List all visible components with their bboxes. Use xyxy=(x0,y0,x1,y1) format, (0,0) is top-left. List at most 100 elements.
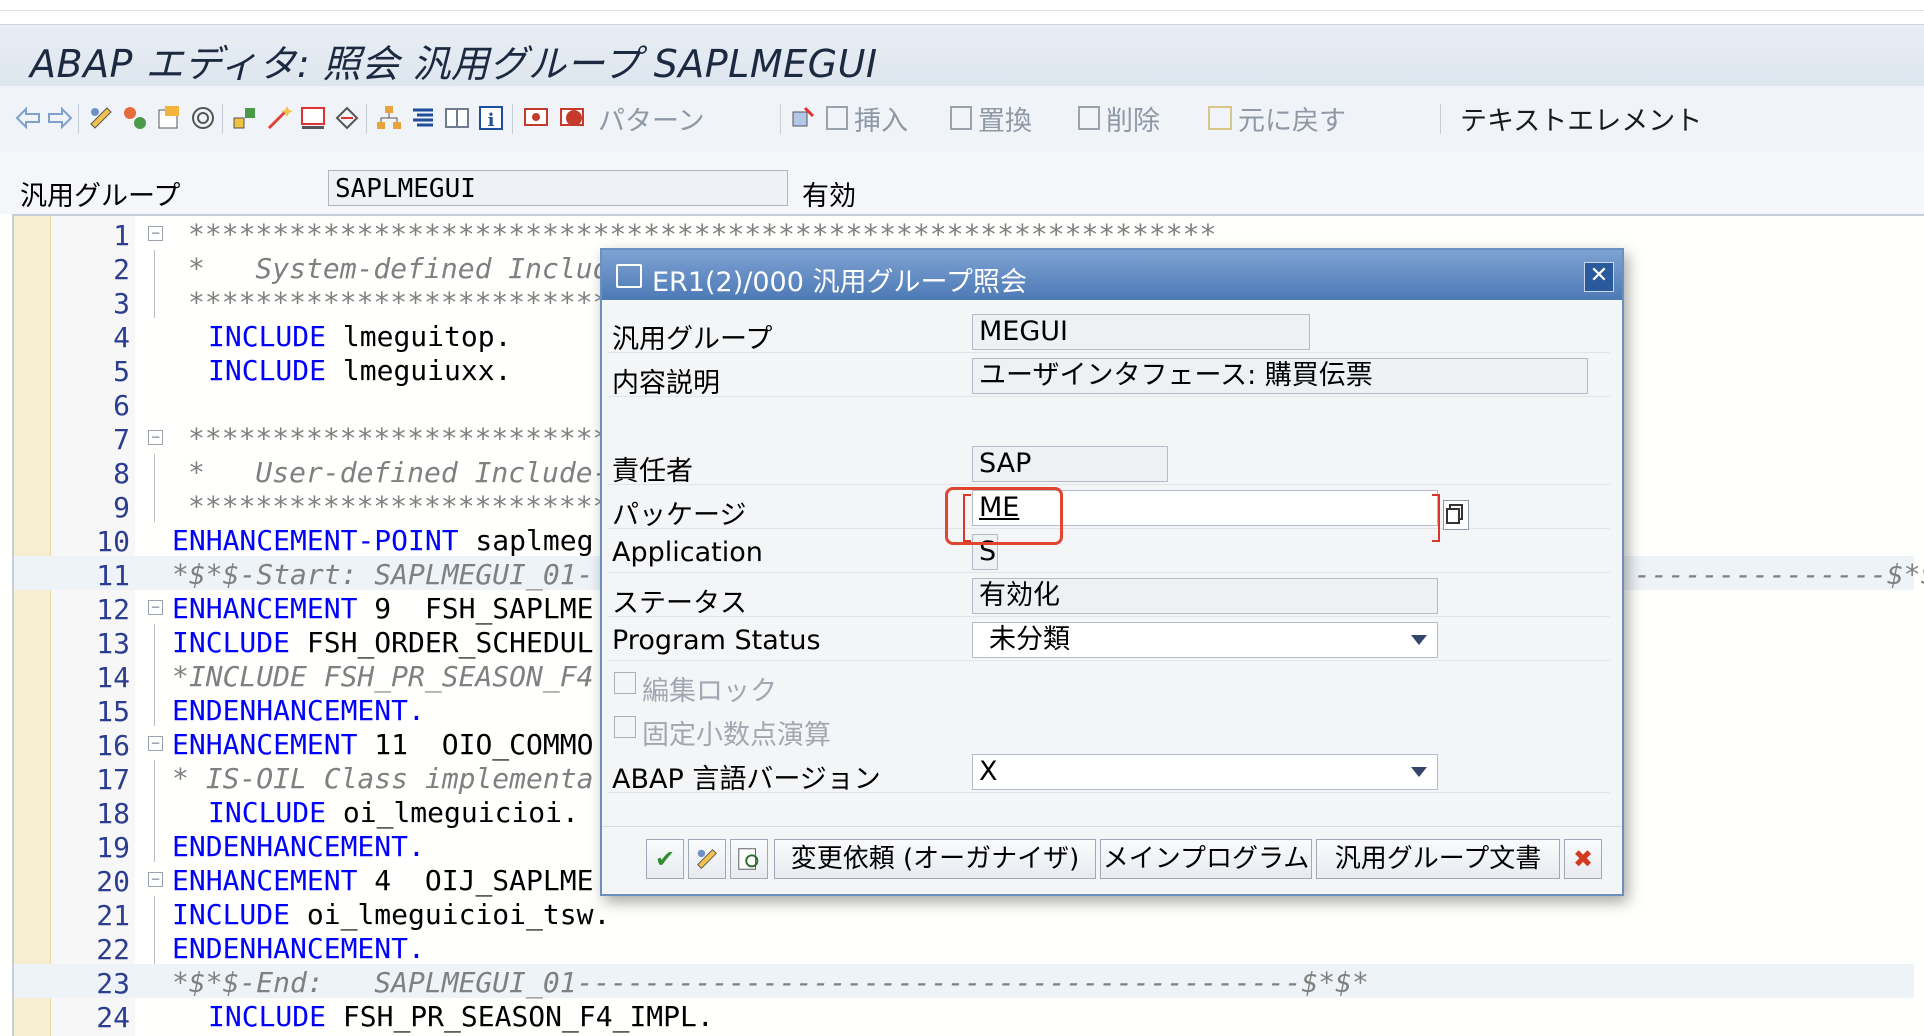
where-used-list-icon[interactable] xyxy=(730,839,768,879)
keyword: ENHANCEMENT xyxy=(172,728,358,761)
line-number: 20 xyxy=(96,865,130,898)
line-number: 23 xyxy=(96,967,130,1000)
fold-guide xyxy=(154,828,155,862)
dialog-button-bar: ✔ 変更依頼 (オーガナイザ) メインプログラム 汎用グループ文書 ✖ xyxy=(602,826,1622,891)
program-status-value: 未分類 xyxy=(989,624,1070,655)
line-number: 4 xyxy=(113,321,130,354)
code-line[interactable]: 24 INCLUDE FSH_PR_SEASON_F4_IMPL. xyxy=(14,998,1914,1034)
code-line[interactable]: 1 − ************************************… xyxy=(14,216,1914,252)
fold-guide xyxy=(154,692,155,726)
delete-button[interactable]: 削除 xyxy=(1078,98,1160,138)
abap-version-row: ABAP 言語バージョン X xyxy=(608,750,1610,795)
line-number: 12 xyxy=(96,593,130,626)
function-group-label: 汎用グループ xyxy=(20,181,181,212)
replace-button[interactable]: 置換 xyxy=(950,98,1032,138)
abap-version-value: X xyxy=(979,756,998,787)
forward-arrow-icon[interactable] xyxy=(46,98,74,138)
cancel-x-icon[interactable]: ✖ xyxy=(1564,839,1602,879)
chevron-down-icon[interactable] xyxy=(1411,635,1427,645)
comment-text: * IS-OIL Class implementa xyxy=(172,762,594,795)
function-group-field[interactable]: SAPLMEGUI xyxy=(328,170,788,206)
svg-text:i: i xyxy=(488,110,495,131)
hierarchy-icon[interactable] xyxy=(374,98,404,138)
copy-icon[interactable] xyxy=(1443,500,1469,530)
info-icon[interactable]: i xyxy=(476,98,506,138)
description-field[interactable]: ユーザインタフェース: 購買伝票 xyxy=(972,358,1588,394)
program-status-row: Program Status 未分類 xyxy=(608,618,1610,661)
insert-button[interactable]: 挿入 xyxy=(826,98,908,138)
group-field[interactable]: MEGUI xyxy=(972,314,1310,350)
dialog-title-bar[interactable]: ER1(2)/000 汎用グループ照会 ✕ xyxy=(602,250,1622,300)
delete-icon xyxy=(1078,106,1100,130)
confirm-check-icon[interactable]: ✔ xyxy=(646,839,684,879)
line-number: 19 xyxy=(96,831,130,864)
chevron-down-icon[interactable] xyxy=(1411,767,1427,777)
back-arrow-icon[interactable] xyxy=(14,98,42,138)
split-screen-icon[interactable] xyxy=(442,98,472,138)
collapse-icon[interactable]: − xyxy=(148,226,163,241)
program-status-select[interactable]: 未分類 xyxy=(972,622,1438,658)
pattern-button[interactable]: パターン xyxy=(598,98,705,138)
code-text: FSH_ORDER_SCHEDUL xyxy=(290,626,594,659)
collapse-icon[interactable]: − xyxy=(148,736,163,751)
application-label: Application xyxy=(612,537,763,568)
code-line[interactable]: 22 ENDENHANCEMENT. xyxy=(14,930,1914,966)
owner-field[interactable]: SAP xyxy=(972,446,1168,482)
check-icon[interactable] xyxy=(154,98,184,138)
change-request-button[interactable]: 変更依頼 (オーガナイザ) xyxy=(774,839,1096,879)
collapse-icon[interactable]: − xyxy=(148,600,163,615)
fold-guide xyxy=(154,658,155,692)
application-row: Application S xyxy=(608,530,1610,573)
navigation-window-icon[interactable] xyxy=(298,98,328,138)
package-label: パッケージ xyxy=(612,500,747,531)
object-list-icon[interactable] xyxy=(230,98,260,138)
stop-breakpoint-icon[interactable] xyxy=(556,98,588,138)
code-text: 11 OIO_COMMO xyxy=(357,728,594,761)
toolbar-separator xyxy=(512,104,513,134)
comment-text: * User-defined Include- xyxy=(188,456,610,489)
block-icon[interactable] xyxy=(788,98,818,138)
status-field[interactable]: 有効化 xyxy=(972,578,1438,614)
edit-lock-checkbox[interactable] xyxy=(614,672,636,694)
fold-guide xyxy=(154,794,155,828)
field-bracket-right xyxy=(1432,494,1440,542)
program-status-label: Program Status xyxy=(612,625,821,656)
undo-button[interactable]: 元に戻す xyxy=(1208,98,1346,138)
code-text: saplmeg xyxy=(458,524,594,557)
line-number: 2 xyxy=(113,253,130,286)
code-text: lmeguitop. xyxy=(326,320,512,353)
fold-guide xyxy=(154,760,155,794)
line-number: 18 xyxy=(96,797,130,830)
line-number: 22 xyxy=(96,933,130,966)
comment-text: * System-defined Includ xyxy=(188,252,610,285)
enhance-icon[interactable] xyxy=(332,98,362,138)
text-elements-button[interactable]: テキストエレメント xyxy=(1460,98,1702,138)
line-number: 5 xyxy=(113,355,130,388)
line-number: 10 xyxy=(96,525,130,558)
display-change-icon[interactable] xyxy=(86,98,116,138)
line-number: 16 xyxy=(96,729,130,762)
code-line[interactable]: 23 *$*$-End: SAPLMEGUI_01---------------… xyxy=(14,964,1914,1000)
status-label: ステータス xyxy=(612,588,747,619)
fold-guide xyxy=(154,896,155,930)
dialog-window-icon xyxy=(616,264,642,288)
keyword: ENHANCEMENT-POINT xyxy=(172,524,459,557)
pretty-printer-icon[interactable] xyxy=(408,98,438,138)
display-change-icon[interactable] xyxy=(688,839,726,879)
collapse-icon[interactable]: − xyxy=(148,872,163,887)
where-used-icon[interactable] xyxy=(188,98,218,138)
set-breakpoint-icon[interactable] xyxy=(520,98,552,138)
close-icon[interactable]: ✕ xyxy=(1584,262,1614,292)
page-title: ABAP エディタ: 照会 汎用グループ SAPLMEGUI xyxy=(30,42,878,86)
line-number: 1 xyxy=(113,219,130,252)
keyword: ENHANCEMENT xyxy=(172,864,358,897)
group-documentation-button[interactable]: 汎用グループ文書 xyxy=(1316,839,1560,879)
fixed-point-checkbox[interactable] xyxy=(614,716,636,738)
main-program-button[interactable]: メインプログラム xyxy=(1100,839,1312,879)
collapse-icon[interactable]: − xyxy=(148,430,163,445)
group-label: 汎用グループ xyxy=(612,324,773,355)
abap-version-select[interactable]: X xyxy=(972,754,1438,790)
activate-icon[interactable] xyxy=(120,98,150,138)
magic-wand-icon[interactable] xyxy=(264,98,294,138)
code-line[interactable]: 21 INCLUDE oi_lmeguicioi_tsw. xyxy=(14,896,1914,932)
